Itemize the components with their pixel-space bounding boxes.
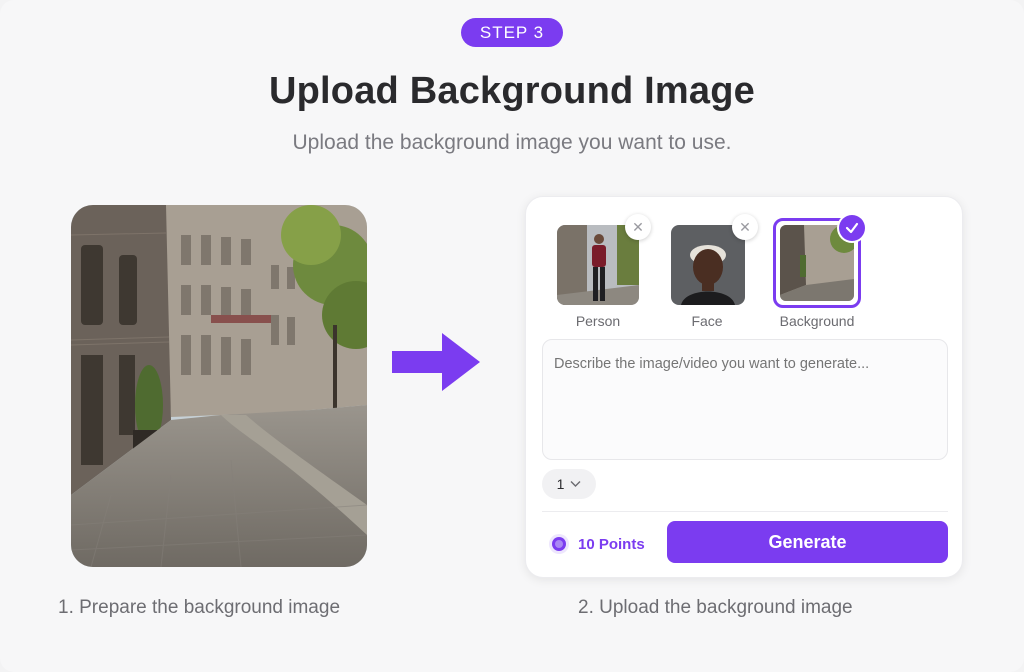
step-caption-prepare: 1. Prepare the background image — [58, 597, 341, 618]
background-example-image — [71, 205, 367, 567]
face-thumbnail[interactable] — [671, 225, 745, 305]
remove-person-button[interactable]: ✕ — [625, 214, 651, 240]
person-label: Person — [575, 313, 621, 329]
remove-face-button[interactable]: ✕ — [732, 214, 758, 240]
background-label: Background — [779, 313, 855, 329]
page: STEP 3 Upload Background Image Upload th… — [0, 0, 1024, 672]
person-thumbnail[interactable] — [557, 225, 639, 305]
step-caption-upload: 2. Upload the background image — [578, 597, 853, 618]
count-value: 1 — [556, 476, 565, 492]
chevron-down-icon — [570, 481, 581, 487]
face-label: Face — [691, 313, 723, 329]
check-icon — [839, 215, 865, 241]
close-icon: ✕ — [739, 218, 751, 235]
points-label: 10 Points — [578, 535, 645, 553]
page-subtitle: Upload the background image you want to … — [292, 131, 732, 154]
prompt-input[interactable] — [542, 339, 948, 460]
coin-icon — [549, 534, 569, 554]
upload-panel: Person ✕ Face ✕ Background Describe the … — [525, 196, 963, 578]
points-display: 10 Points — [548, 532, 645, 556]
divider — [542, 511, 948, 512]
page-title: Upload Background Image — [268, 70, 755, 112]
arrow-right-icon — [390, 331, 482, 393]
generate-button[interactable]: Generate — [667, 521, 948, 563]
count-select[interactable]: 1 — [542, 469, 596, 499]
step-badge: STEP 3 — [461, 18, 563, 47]
close-icon: ✕ — [632, 218, 644, 235]
